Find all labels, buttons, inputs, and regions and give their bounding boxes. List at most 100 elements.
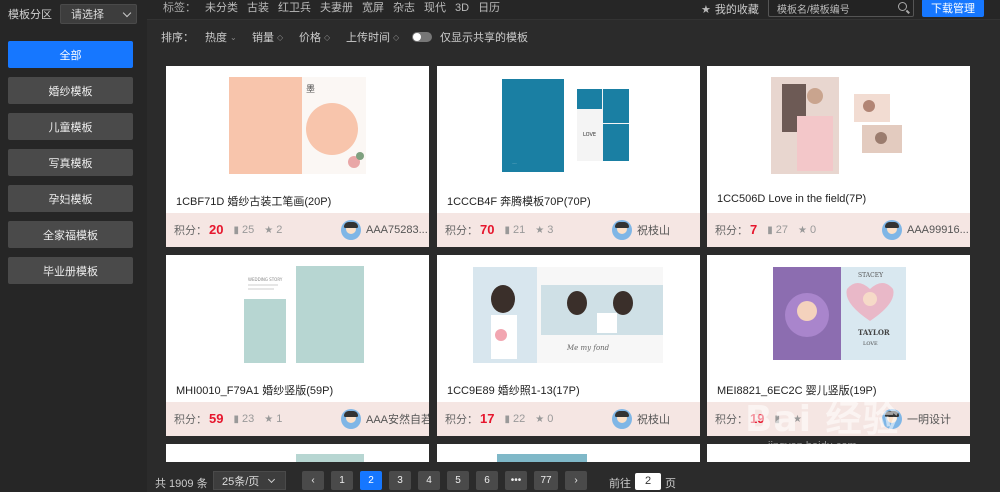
favorites-label: 我的收藏 [714, 4, 759, 16]
svg-text:......: ...... [512, 161, 517, 165]
baidu-watermark: Bai 经验 [745, 399, 900, 440]
page-button[interactable]: 4 [418, 471, 440, 490]
template-title: 1CCCB4F 奔腾模板70P(70P) [447, 196, 591, 208]
category-maternity-button[interactable]: 孕妇模板 [8, 185, 133, 212]
template-card[interactable] [166, 444, 429, 462]
points-label: 积分： [174, 225, 207, 237]
page-button[interactable]: 3 [389, 471, 411, 490]
author[interactable]: AAA75283... [341, 220, 429, 240]
page-button[interactable]: 6 [476, 471, 498, 490]
download-manager-button[interactable]: 下载管理 [922, 0, 984, 17]
top-bar: 标签： 未分类 古装 红卫兵 夫妻册 宽屏 杂志 现代 3D 日历 ★ 我的收藏… [147, 0, 1000, 20]
stars-count: 1 [276, 413, 283, 425]
zone-label: 模板分区 [8, 9, 52, 21]
thumb-caption: Me my fond [566, 344, 610, 352]
page-button[interactable]: 77 [534, 471, 558, 490]
points-value: 7 [750, 222, 758, 237]
bar-chart-icon: ▮ [504, 224, 510, 236]
template-title: 1CC9E89 婚纱照1-13(17P) [447, 385, 580, 397]
tag-item[interactable]: 古装 [247, 1, 269, 15]
tag-item[interactable]: 宽屏 [362, 1, 384, 15]
template-card[interactable]: 墨 1CBF71D 婚纱古装工笔画(20P) 积分： 20 ▮ 25 ★ 2 AAA7… [166, 66, 429, 247]
stars-count: 3 [547, 224, 554, 236]
sort-sales-label: 销量 [252, 32, 274, 44]
template-title: 1CBF71D 婚纱古装工笔画(20P) [176, 196, 332, 208]
avatar [612, 220, 632, 240]
tag-item[interactable]: 红卫兵 [278, 1, 311, 15]
zone-filter: 模板分区 请选择 [8, 4, 137, 24]
tag-item[interactable]: 3D [455, 1, 469, 15]
author[interactable]: AAA安然自若 [341, 409, 429, 429]
goto-page-input[interactable]: 2 [635, 472, 661, 490]
template-card[interactable]: 1CC506D Love in the field(7P) 积分： 7 ▮ 27 ★… [707, 66, 970, 247]
tag-item[interactable]: 夫妻册 [320, 1, 353, 15]
template-card[interactable] [437, 444, 700, 462]
sort-sales[interactable]: 销量 ◇ [252, 29, 283, 45]
stars-count: 2 [276, 224, 283, 236]
thumb-caption: WEDDING STORY [248, 277, 283, 282]
my-favorites-link[interactable]: ★ 我的收藏 [701, 1, 759, 17]
category-graduation-button[interactable]: 毕业册模板 [8, 257, 133, 284]
points-value: 17 [480, 411, 495, 426]
search-input[interactable]: 模板名/模板编号 [768, 0, 914, 17]
points-label: 积分： [174, 414, 207, 426]
sort-price-label: 价格 [299, 32, 321, 44]
goto-unit: 页 [665, 478, 676, 490]
views-count: 21 [512, 224, 526, 236]
points: 积分： 59 [174, 411, 223, 427]
page-button[interactable]: 5 [447, 471, 469, 490]
tag-item[interactable]: 日历 [478, 1, 500, 15]
goto-page: 前往 2 页 [609, 472, 676, 491]
author-name: 一明设计 [907, 414, 951, 426]
author[interactable]: 祝枝山 [612, 220, 700, 240]
star-icon: ★ [535, 224, 545, 236]
total-count: 共 1909 条 [155, 478, 208, 490]
template-thumbnail [296, 454, 364, 462]
template-meta: 积分： 59 ▮ 23 ★ 1 AAA安然自若 [166, 402, 429, 436]
bar-chart-icon: ▮ [233, 224, 239, 236]
page-size-select[interactable]: 25条/页 [213, 471, 286, 490]
category-all-button[interactable]: 全部 [8, 41, 133, 68]
template-meta: 积分： 17 ▮ 22 ★ 0 祝枝山 [437, 402, 700, 436]
tag-item[interactable]: 未分类 [205, 1, 238, 15]
search-icon[interactable] [898, 2, 907, 11]
goto-label: 前往 [609, 478, 631, 490]
sort-popularity[interactable]: 热度 ⌄ [205, 29, 237, 45]
category-portrait-button[interactable]: 写真模板 [8, 149, 133, 176]
page-ellipsis[interactable]: ••• [505, 471, 527, 490]
views-count: 27 [775, 224, 788, 236]
sort-toggle-icon: ◇ [277, 32, 284, 42]
sort-price[interactable]: 价格 ◇ [299, 29, 330, 45]
next-page-button[interactable]: › [565, 471, 587, 490]
avatar [341, 220, 361, 240]
page-button-active[interactable]: 2 [360, 471, 382, 490]
svg-text:墨: 墨 [306, 84, 315, 95]
points: 积分： 17 [445, 411, 494, 427]
sort-toggle-icon: ◇ [324, 32, 331, 42]
author[interactable]: AAA99916... [882, 220, 970, 240]
author-name: AAA99916... [907, 224, 969, 236]
page-size-value: 25条/页 [222, 475, 260, 488]
sort-upload-time[interactable]: 上传时间 ◇ [346, 29, 399, 45]
avatar [612, 409, 632, 429]
tag-item[interactable]: 现代 [424, 1, 446, 15]
template-card[interactable]: ...... LOVE 1CCCB4F 奔腾模板70P(70P) 积分： 70 ▮… [437, 66, 700, 247]
category-family-button[interactable]: 全家福模板 [8, 221, 133, 248]
author[interactable]: 祝枝山 [612, 409, 700, 429]
star-icon: ★ [701, 3, 711, 16]
zone-select[interactable]: 请选择 [60, 4, 137, 24]
template-title: 1CC506D Love in the field(7P) [717, 193, 867, 205]
template-thumbnail [497, 454, 587, 462]
sort-popularity-label: 热度 [205, 32, 227, 44]
shared-only-toggle[interactable] [412, 32, 432, 42]
category-wedding-button[interactable]: 婚纱模板 [8, 77, 133, 104]
tag-item[interactable]: 杂志 [393, 1, 415, 15]
prev-page-button[interactable]: ‹ [302, 471, 324, 490]
template-card[interactable]: WEDDING STORY MHI0010_F79A1 婚纱竖版(59P) 积分… [166, 255, 429, 436]
template-card[interactable]: Me my fond 1CC9E89 婚纱照1-13(17P) 积分： 17 ▮ 2… [437, 255, 700, 436]
points-label: 积分： [445, 414, 478, 426]
page-button[interactable]: 1 [331, 471, 353, 490]
stars-count: 0 [547, 413, 554, 425]
sidebar: 模板分区 请选择 全部 婚纱模板 儿童模板 写真模板 孕妇模板 全家福模板 毕业… [0, 0, 147, 492]
category-children-button[interactable]: 儿童模板 [8, 113, 133, 140]
